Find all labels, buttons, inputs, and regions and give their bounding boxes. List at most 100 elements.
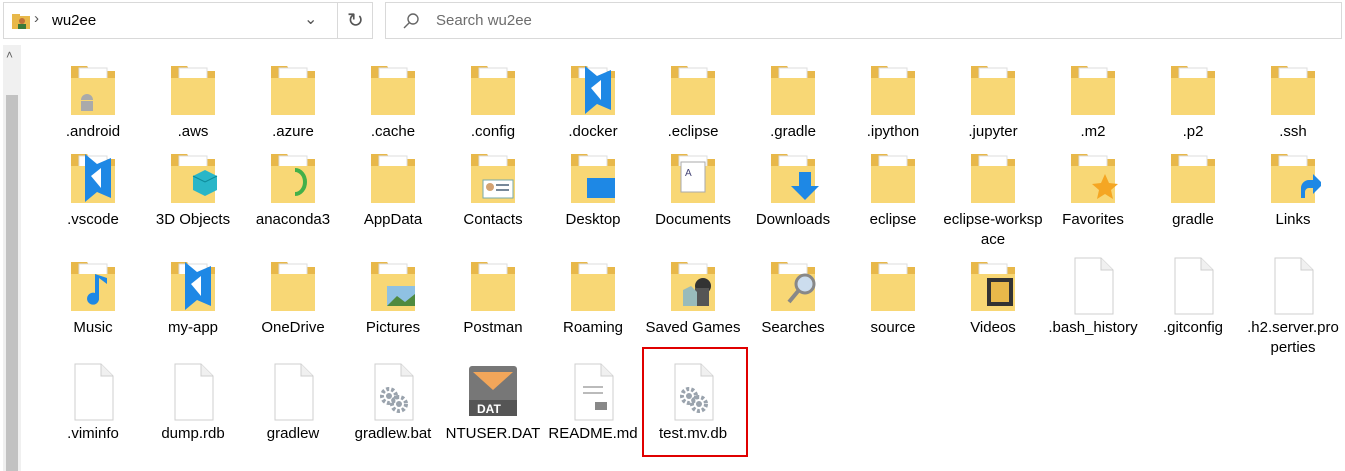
- svg-text:DAT: DAT: [477, 402, 501, 416]
- folder-icon: [365, 60, 421, 120]
- address-path[interactable]: wu2ee: [52, 12, 96, 29]
- file-item[interactable]: Videos: [943, 256, 1043, 338]
- file-item-label: .azure: [272, 123, 314, 140]
- highlight-box: [642, 347, 748, 457]
- file-item[interactable]: Pictures: [343, 256, 443, 338]
- folder-icon: [465, 60, 521, 120]
- file-item-label: .eclipse: [667, 123, 719, 140]
- file-item-label: OneDrive: [261, 319, 325, 336]
- file-item-label: Videos: [970, 319, 1016, 336]
- file-icon: [165, 362, 221, 422]
- vertical-scrollbar[interactable]: ˄: [3, 45, 21, 471]
- file-item-label: eclipse-workspace: [943, 211, 1043, 248]
- address-bar[interactable]: › wu2ee ⌄ ↻: [3, 2, 373, 39]
- search-box[interactable]: Search wu2ee: [385, 2, 1342, 39]
- folder-icon: [165, 60, 221, 120]
- file-item[interactable]: source: [843, 256, 943, 338]
- folder-icon: [565, 256, 621, 316]
- file-item[interactable]: Favorites: [1043, 148, 1143, 230]
- file-item-label: README.md: [548, 425, 638, 442]
- file-item[interactable]: .eclipse: [643, 60, 743, 142]
- search-icon: [403, 13, 419, 29]
- file-item[interactable]: 3D Objects: [143, 148, 243, 230]
- refresh-icon[interactable]: ↻: [347, 8, 364, 33]
- file-item[interactable]: Saved Games: [643, 256, 743, 338]
- file-item[interactable]: gradlew: [243, 362, 343, 444]
- file-item[interactable]: anaconda3: [243, 148, 343, 230]
- file-item[interactable]: Links: [1243, 148, 1343, 230]
- folder-icon: [1265, 60, 1321, 120]
- file-item-label: Desktop: [565, 211, 621, 228]
- file-item[interactable]: .ssh: [1243, 60, 1343, 142]
- folder-3d-icon: [165, 148, 221, 208]
- folder-icon: [265, 60, 321, 120]
- file-item[interactable]: .jupyter: [943, 60, 1043, 142]
- file-item-label: Favorites: [1062, 211, 1124, 228]
- chevron-down-icon[interactable]: ⌄: [304, 9, 317, 29]
- file-item-label: .cache: [370, 123, 416, 140]
- folder-contacts-icon: [465, 148, 521, 208]
- folder-icon: [865, 60, 921, 120]
- file-item-label: .ipython: [866, 123, 920, 140]
- file-item-label: .h2.server.properties: [1247, 319, 1339, 356]
- file-item[interactable]: README.md: [543, 362, 643, 444]
- svg-text:A: A: [685, 168, 692, 179]
- file-item[interactable]: .ipython: [843, 60, 943, 142]
- file-item[interactable]: .cache: [343, 60, 443, 142]
- file-item-label: my-app: [167, 319, 219, 336]
- file-settings-icon: [365, 362, 421, 422]
- folder-documents-icon: A: [665, 148, 721, 208]
- folder-icon: [865, 148, 921, 208]
- folder-icon: [765, 60, 821, 120]
- file-item[interactable]: .gitconfig: [1143, 256, 1243, 338]
- chevron-right-icon[interactable]: ›: [34, 10, 39, 27]
- file-item[interactable]: Contacts: [443, 148, 543, 230]
- file-item-label: gradlew: [266, 425, 320, 442]
- file-item[interactable]: .aws: [143, 60, 243, 142]
- file-item[interactable]: eclipse: [843, 148, 943, 230]
- file-item[interactable]: eclipse-workspace: [943, 148, 1043, 250]
- file-item[interactable]: DAT NTUSER.DAT: [443, 362, 543, 444]
- file-item-label: .vscode: [67, 211, 119, 228]
- scrollbar-thumb[interactable]: [6, 95, 18, 471]
- file-item[interactable]: Music: [43, 256, 143, 338]
- file-item-label: .bash_history: [1048, 319, 1138, 336]
- file-item-label: .docker: [568, 123, 618, 140]
- file-item[interactable]: .h2.server.properties: [1243, 256, 1343, 358]
- file-item[interactable]: .android: [43, 60, 143, 142]
- file-item[interactable]: Downloads: [743, 148, 843, 230]
- user-folder-icon: [12, 14, 30, 29]
- file-item-label: .config: [470, 123, 516, 140]
- file-item[interactable]: .gradle: [743, 60, 843, 142]
- file-item[interactable]: gradlew.bat: [343, 362, 443, 444]
- file-item[interactable]: Roaming: [543, 256, 643, 338]
- folder-searches-icon: [765, 256, 821, 316]
- folder-icon: [1165, 148, 1221, 208]
- file-item[interactable]: .azure: [243, 60, 343, 142]
- file-item-label: NTUSER.DAT: [445, 425, 541, 442]
- file-item[interactable]: Postman: [443, 256, 543, 338]
- folder-anaconda-icon: [265, 148, 321, 208]
- file-item[interactable]: .p2: [1143, 60, 1243, 142]
- file-item[interactable]: .viminfo: [43, 362, 143, 444]
- file-item[interactable]: .m2: [1043, 60, 1143, 142]
- file-item[interactable]: dump.rdb: [143, 362, 243, 444]
- file-item[interactable]: .config: [443, 60, 543, 142]
- file-item[interactable]: .bash_history: [1043, 256, 1143, 338]
- file-item[interactable]: AppData: [343, 148, 443, 230]
- scroll-up-icon[interactable]: ˄: [6, 48, 13, 62]
- folder-favorites-icon: [1065, 148, 1121, 208]
- file-item[interactable]: A Documents: [643, 148, 743, 230]
- file-item[interactable]: my-app: [143, 256, 243, 338]
- folder-music-icon: [65, 256, 121, 316]
- file-item[interactable]: Searches: [743, 256, 843, 338]
- file-item[interactable]: .docker: [543, 60, 643, 142]
- file-icon: [265, 362, 321, 422]
- file-item[interactable]: gradle: [1143, 148, 1243, 230]
- folder-saved-games-icon: [665, 256, 721, 316]
- file-icon: [65, 362, 121, 422]
- file-item[interactable]: .vscode: [43, 148, 143, 230]
- divider: [337, 3, 338, 38]
- file-item[interactable]: Desktop: [543, 148, 643, 230]
- file-item[interactable]: OneDrive: [243, 256, 343, 338]
